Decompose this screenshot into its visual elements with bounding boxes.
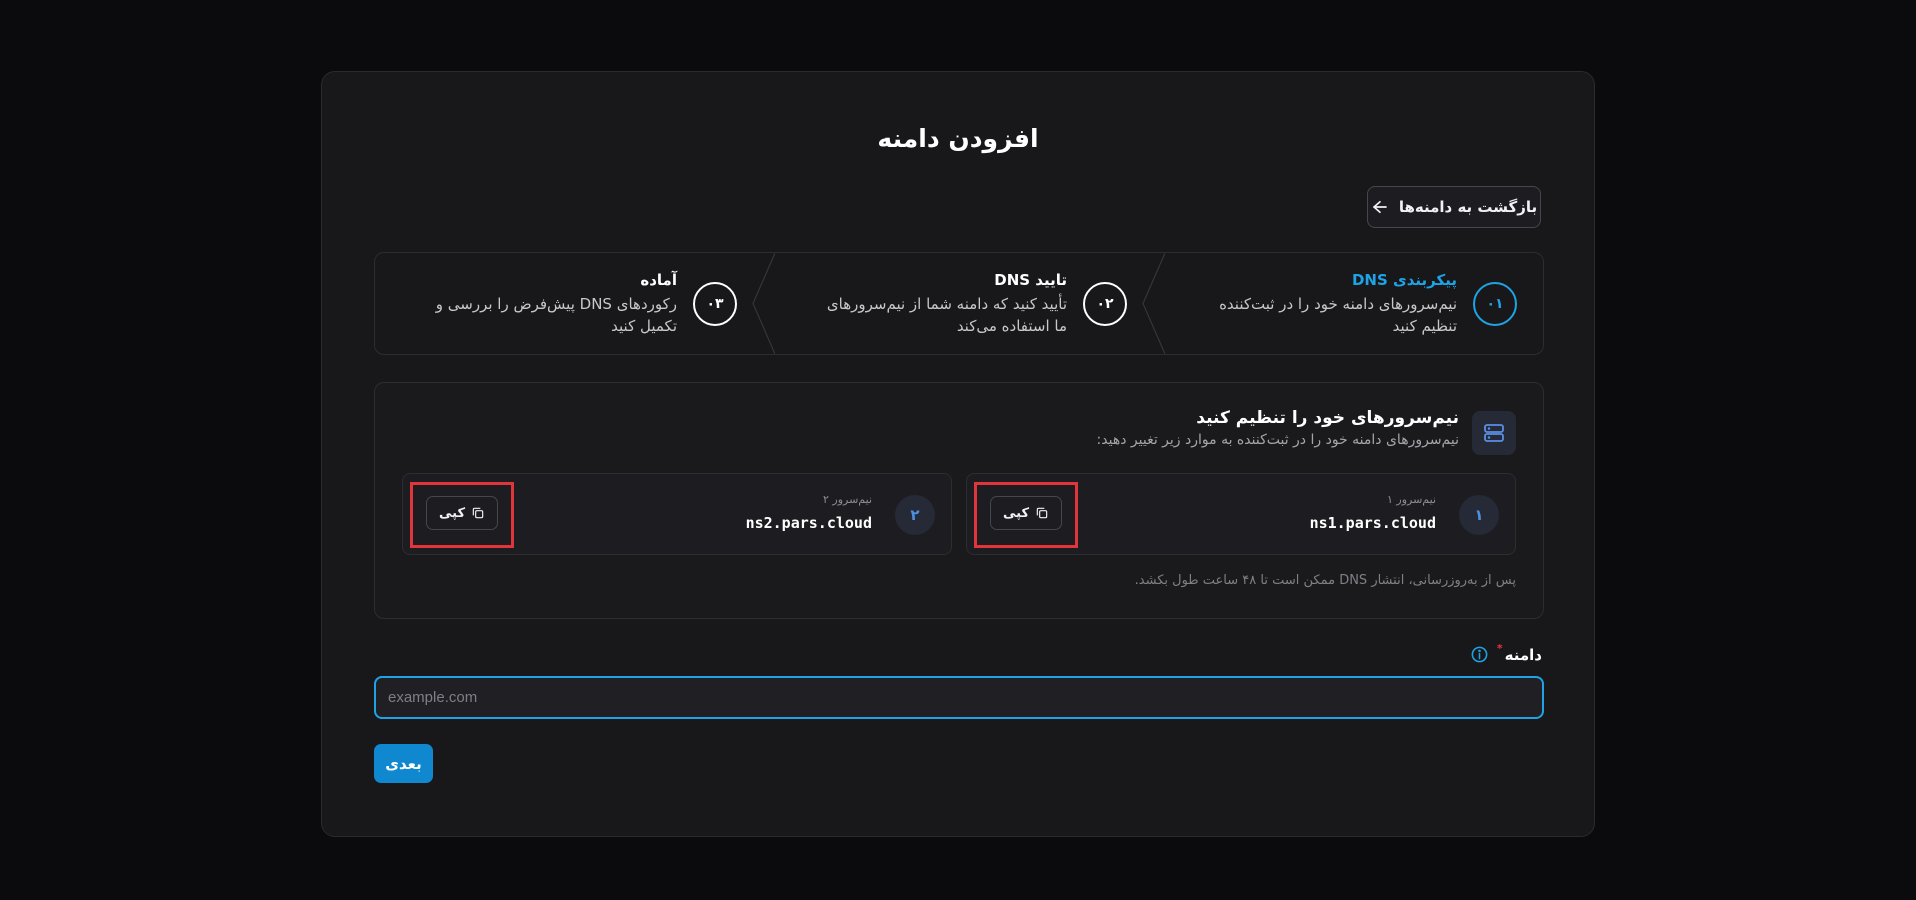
copy-label: کپی [438,505,466,521]
nameserver-index: ۱ [1459,495,1499,535]
required-mark: * [1496,642,1503,655]
add-domain-card: افزودن دامنه بازگشت به دامنه‌ها ۰۱ پیکرب… [321,71,1595,837]
nameserver-2-row: ۲ نیم‌سرور ۲ ns2.pars.cloud کپی [402,473,952,555]
nameserver-1-row: ۱ نیم‌سرور ۱ ns1.pars.cloud کپی [966,473,1516,555]
nameserver-value: ns1.pars.cloud [1309,514,1436,532]
arrow-right-icon [1373,200,1387,214]
back-label: بازگشت به دامنه‌ها [1398,198,1538,216]
copy-icon [1036,507,1048,519]
step-title: آماده [640,271,677,289]
back-to-domains-button[interactable]: بازگشت به دامنه‌ها [1367,186,1541,228]
stepper: ۰۱ پیکربندی DNS نیم‌سرورهای دامنه خود را… [374,252,1544,355]
step-description: تأیید کنید که دامنه شما از نیم‌سرورهای م… [826,295,1067,335]
server-icon [1472,411,1516,455]
copy-ns1-button[interactable]: کپی [990,496,1062,530]
info-icon[interactable] [1470,645,1489,664]
nameserver-label: نیم‌سرور ۱ [1386,493,1436,506]
nameserver-value: ns2.pars.cloud [745,514,872,532]
step-description: نیم‌سرورهای دامنه خود را در ثبت‌کننده تن… [1219,295,1457,335]
step-description: رکوردهای DNS پیش‌فرض را بررسی و تکمیل کن… [435,295,677,335]
propagation-note: پس از به‌روزرسانی، انتشار DNS ممکن است ت… [1134,573,1516,588]
step-number: ۰۲ [1083,282,1127,326]
nameservers-panel: نیم‌سرورهای خود را تنظیم کنید نیم‌سرورها… [374,382,1544,619]
nameservers-title: نیم‌سرورهای خود را تنظیم کنید [1196,408,1459,428]
domain-input[interactable] [374,676,1544,719]
nameserver-index: ۲ [895,495,935,535]
copy-ns2-button[interactable]: کپی [426,496,498,530]
page-title: افزودن دامنه [877,124,1039,153]
step-title: تایید DNS [994,271,1067,289]
copy-label: کپی [1002,505,1030,521]
nameserver-label: نیم‌سرور ۲ [822,493,872,506]
next-button[interactable]: بعدی [374,744,433,783]
step-ready: ۰۳ آماده رکوردهای DNS پیش‌فرض را بررسی و… [375,253,763,354]
step-number: ۰۳ [693,282,737,326]
domain-field-label: دامنه * [1470,642,1542,664]
copy-icon [472,507,484,519]
domain-label-text: دامنه [1504,645,1542,664]
step-dns-config: ۰۱ پیکربندی DNS نیم‌سرورهای دامنه خود را… [1153,253,1543,354]
step-dns-verify: ۰۲ تایید DNS تأیید کنید که دامنه شما از … [763,253,1153,354]
step-number: ۰۱ [1473,282,1517,326]
nameservers-subtitle: نیم‌سرورهای دامنه خود را در ثبت‌کننده به… [1096,432,1459,448]
step-title: پیکربندی DNS [1351,271,1457,289]
